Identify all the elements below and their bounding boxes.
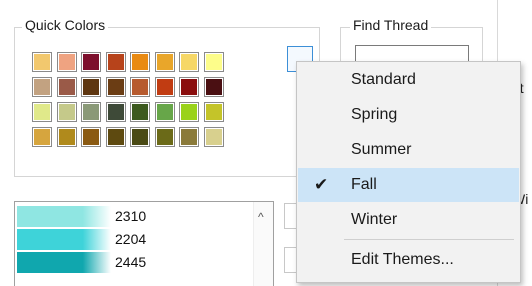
thread-code: 2204 bbox=[115, 231, 147, 247]
menu-item-edit-themes[interactable]: Edit Themes... bbox=[298, 243, 519, 277]
color-swatch[interactable] bbox=[105, 52, 126, 72]
color-swatch[interactable] bbox=[32, 102, 52, 122]
find-thread-title: Find Thread bbox=[350, 17, 432, 33]
thread-color-swatch bbox=[17, 252, 111, 273]
quick-colors-title: Quick Colors bbox=[22, 17, 109, 33]
thread-code: 2445 bbox=[115, 254, 147, 270]
color-swatch[interactable] bbox=[154, 77, 175, 97]
menu-separator bbox=[344, 239, 514, 240]
color-swatch[interactable] bbox=[179, 127, 199, 147]
color-swatch[interactable] bbox=[32, 77, 52, 97]
color-swatch[interactable] bbox=[56, 52, 77, 72]
color-swatch[interactable] bbox=[130, 102, 150, 122]
color-swatch[interactable] bbox=[32, 127, 52, 147]
color-swatch[interactable] bbox=[203, 52, 224, 72]
thread-row[interactable]: 2204 bbox=[17, 228, 257, 250]
menu-item-winter[interactable]: Winter bbox=[298, 203, 519, 237]
checkmark-icon: ✔ bbox=[314, 175, 329, 194]
color-swatch[interactable] bbox=[179, 77, 199, 97]
thread-code: 2310 bbox=[115, 208, 147, 224]
menu-item-standard[interactable]: Standard bbox=[298, 63, 519, 97]
menu-item-label: Edit Themes... bbox=[351, 251, 454, 268]
menu-item-label: Standard bbox=[351, 71, 416, 88]
thread-list[interactable]: ^ 2310 2204 2445 bbox=[14, 201, 274, 286]
color-swatch[interactable] bbox=[105, 127, 126, 147]
color-swatch[interactable] bbox=[81, 77, 101, 97]
menu-item-spring[interactable]: Spring bbox=[298, 98, 519, 132]
color-swatch[interactable] bbox=[81, 102, 101, 122]
scroll-up-icon[interactable]: ^ bbox=[258, 210, 264, 224]
quick-colors-swatch-grid bbox=[32, 52, 224, 147]
color-swatch[interactable] bbox=[81, 52, 101, 72]
menu-item-label: Winter bbox=[351, 211, 398, 228]
menu-item-label: Fall bbox=[351, 176, 377, 193]
theme-menu: Standard Spring Summer ✔ Fall Winter Edi… bbox=[296, 61, 521, 283]
color-swatch[interactable] bbox=[105, 77, 126, 97]
menu-item-fall[interactable]: ✔ Fall bbox=[298, 168, 519, 202]
color-swatch[interactable] bbox=[56, 102, 77, 122]
color-swatch[interactable] bbox=[130, 52, 150, 72]
thread-color-swatch bbox=[17, 206, 111, 227]
color-swatch[interactable] bbox=[81, 127, 101, 147]
color-swatch[interactable] bbox=[56, 77, 77, 97]
color-swatch[interactable] bbox=[130, 127, 150, 147]
thread-row[interactable]: 2310 bbox=[17, 205, 257, 227]
menu-item-label: Spring bbox=[351, 106, 398, 123]
color-swatch[interactable] bbox=[154, 127, 175, 147]
thread-row[interactable]: 2445 bbox=[17, 251, 257, 273]
color-swatch[interactable] bbox=[154, 102, 175, 122]
color-swatch[interactable] bbox=[56, 127, 77, 147]
color-swatch[interactable] bbox=[203, 102, 224, 122]
color-swatch[interactable] bbox=[32, 52, 52, 72]
color-swatch[interactable] bbox=[179, 102, 199, 122]
color-swatch[interactable] bbox=[154, 52, 175, 72]
color-swatch[interactable] bbox=[203, 127, 224, 147]
color-swatch[interactable] bbox=[203, 77, 224, 97]
color-swatch[interactable] bbox=[130, 77, 150, 97]
thread-color-swatch bbox=[17, 229, 111, 250]
color-swatch[interactable] bbox=[105, 102, 126, 122]
menu-item-summer[interactable]: Summer bbox=[298, 133, 519, 167]
color-swatch[interactable] bbox=[179, 52, 199, 72]
menu-item-label: Summer bbox=[351, 141, 412, 158]
